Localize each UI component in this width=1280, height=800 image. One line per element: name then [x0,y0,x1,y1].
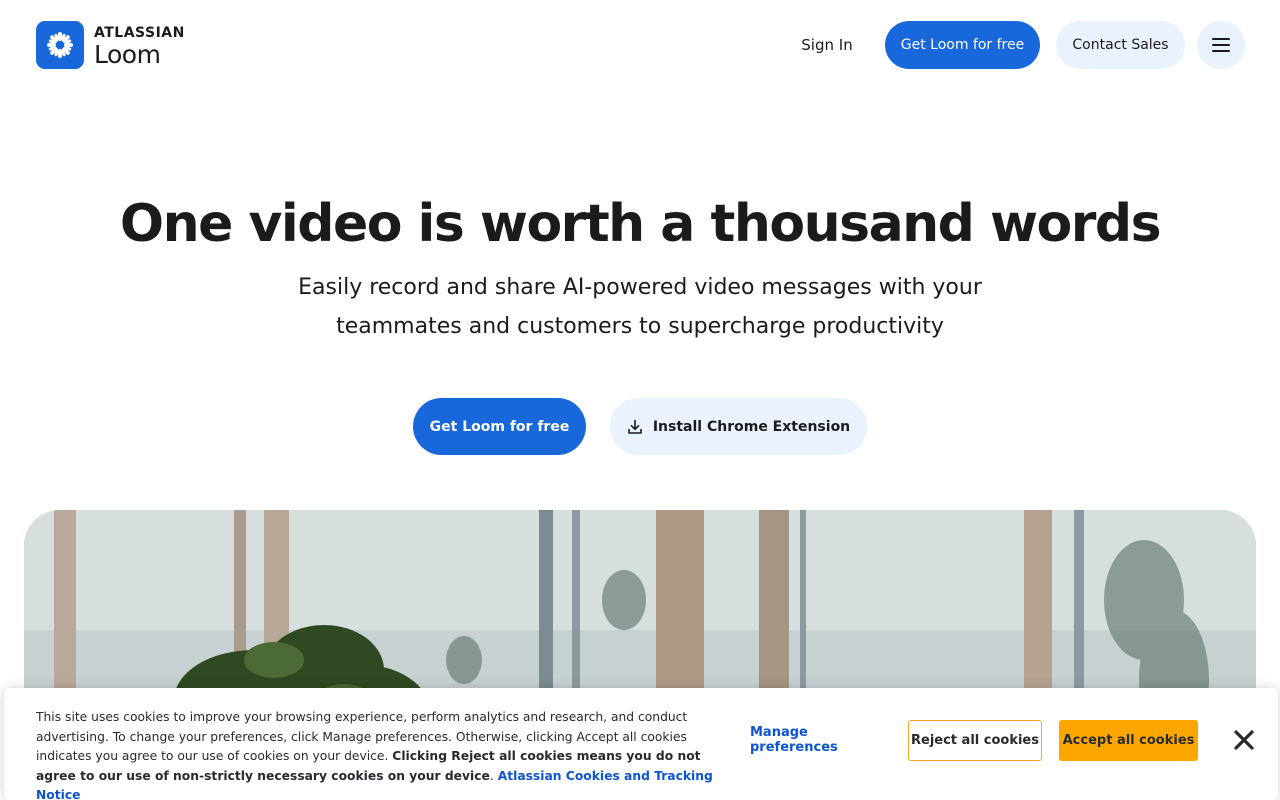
contact-sales-button[interactable]: Contact Sales [1056,21,1185,69]
site-header: ATLASSIAN Loom Sign In Get Loom for free… [0,0,1280,90]
hamburger-menu-icon [1212,38,1230,52]
get-loom-hero-button[interactable]: Get Loom for free [413,398,586,455]
manage-preferences-button[interactable]: Manage preferences [750,720,900,760]
close-icon [1234,730,1254,750]
download-icon [628,419,642,434]
atlassian-loom-logo[interactable]: ATLASSIAN Loom [36,21,185,69]
cookie-message: This site uses cookies to improve your b… [36,708,716,800]
loom-logo-icon [36,21,84,69]
logo-wordmark: ATLASSIAN Loom [94,24,185,67]
reject-all-cookies-button[interactable]: Reject all cookies [908,720,1042,761]
cookie-banner: This site uses cookies to improve your b… [4,688,1278,800]
hero-subtitle: Easily record and share AI-powered video… [298,275,982,339]
menu-button[interactable] [1197,21,1245,69]
install-chrome-extension-button[interactable]: Install Chrome Extension [610,398,867,455]
hero-title: One video is worth a thousand words [119,194,1162,254]
get-loom-header-button[interactable]: Get Loom for free [885,21,1040,69]
sign-in-link[interactable]: Sign In [786,21,868,69]
brand-loom: Loom [94,39,161,69]
close-cookie-banner-button[interactable] [1230,726,1258,754]
accept-all-cookies-button[interactable]: Accept all cookies [1059,720,1198,761]
cookie-message-after: . [489,768,498,783]
install-chrome-extension-label: Install Chrome Extension [652,418,851,435]
brand-atlassian: ATLASSIAN [94,24,185,41]
